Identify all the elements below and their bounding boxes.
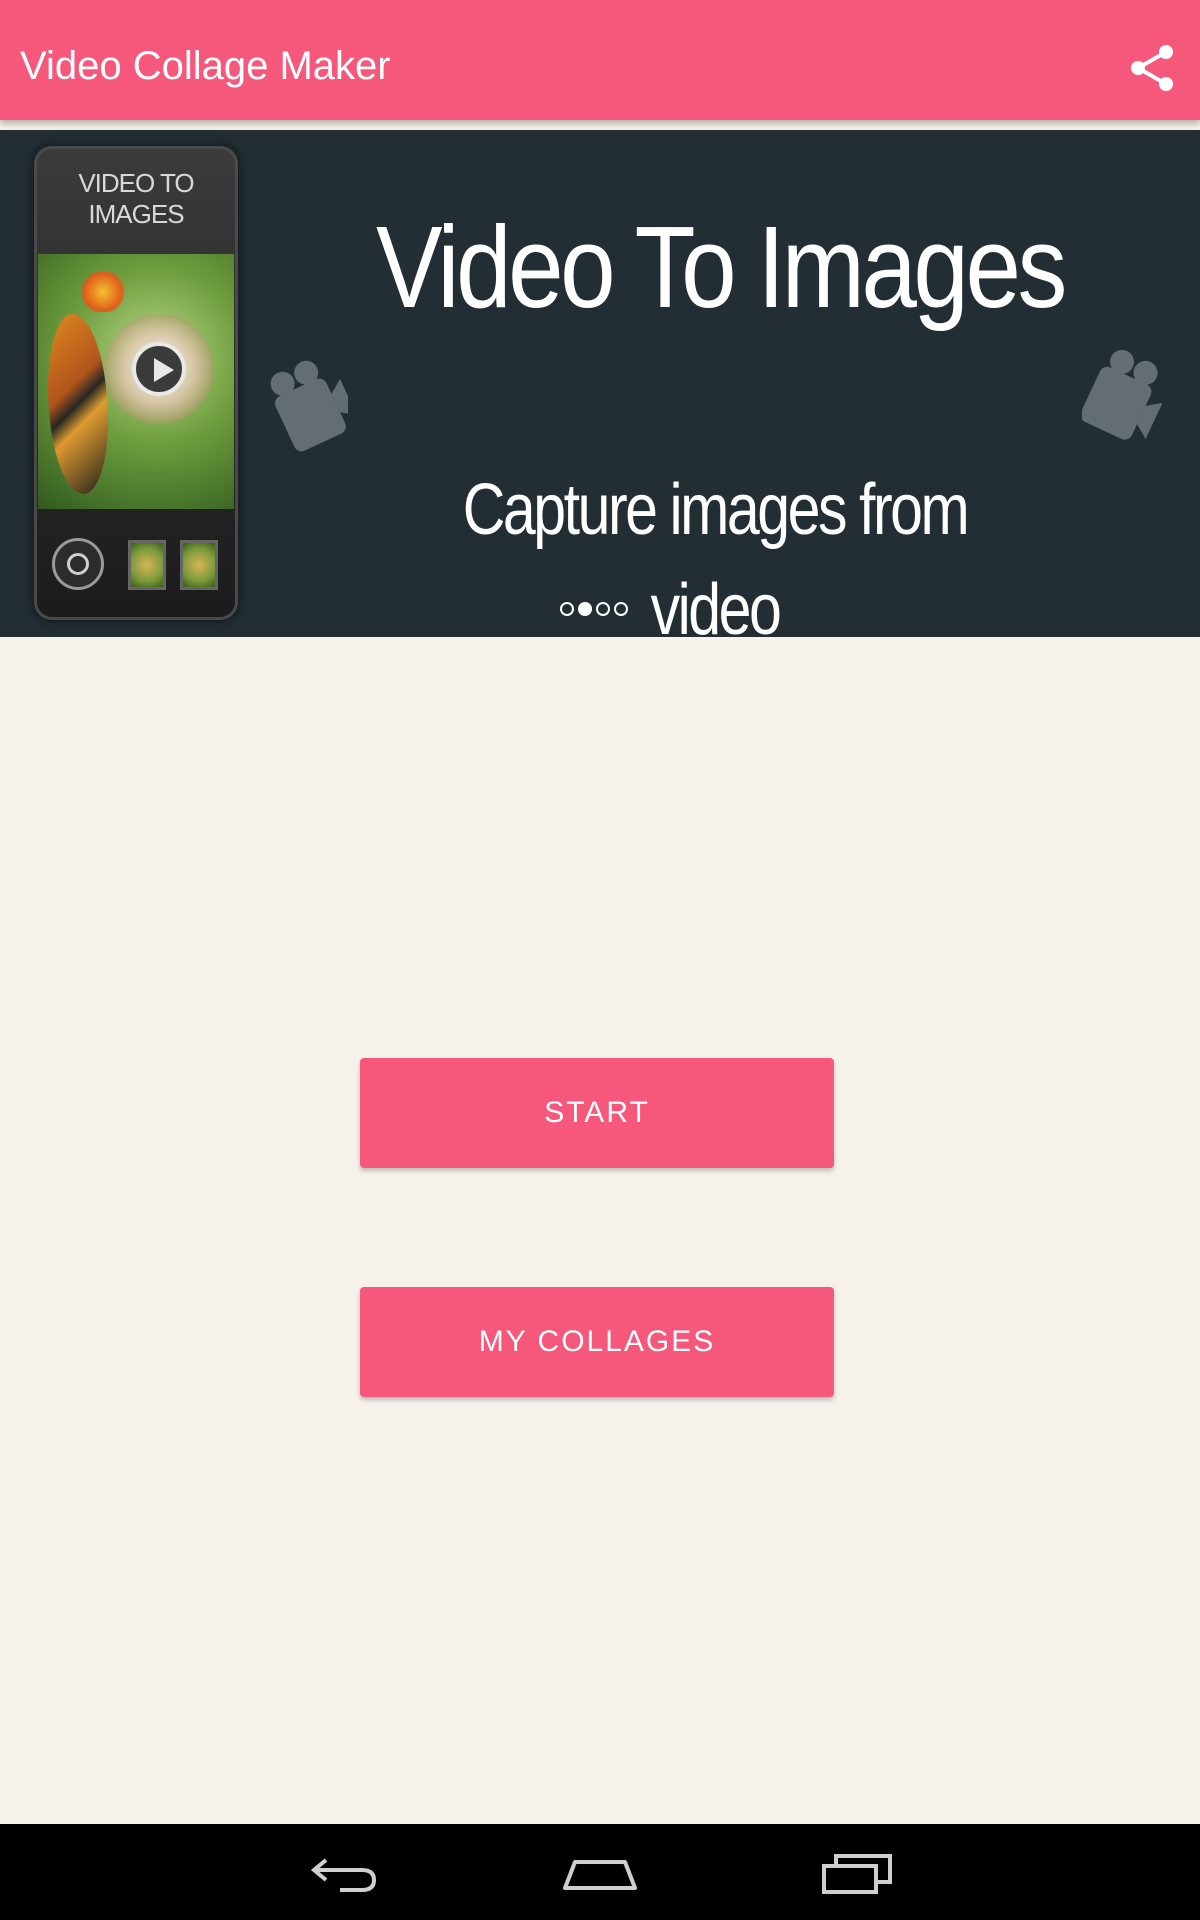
thumbnail-image bbox=[128, 540, 166, 590]
home-button[interactable] bbox=[555, 1842, 645, 1902]
back-icon bbox=[310, 1858, 377, 1892]
phone-screen-image bbox=[38, 254, 234, 509]
app-title: Video Collage Maker bbox=[20, 44, 391, 88]
app-bar: Video Collage Maker bbox=[0, 0, 1200, 120]
promo-banner[interactable]: VIDEO TO IMAGES Video To Images Capture … bbox=[0, 130, 1200, 637]
camera-decoration-icon bbox=[270, 360, 348, 452]
pager-dot-active[interactable] bbox=[578, 602, 592, 616]
share-icon bbox=[1131, 45, 1173, 91]
home-icon bbox=[563, 1860, 637, 1890]
pager-dot[interactable] bbox=[614, 602, 628, 616]
recents-button[interactable] bbox=[812, 1842, 902, 1902]
flower-image bbox=[78, 272, 128, 312]
my-collages-button[interactable]: MY COLLAGES bbox=[360, 1287, 834, 1397]
phone-tray bbox=[38, 524, 234, 604]
play-icon bbox=[132, 342, 186, 396]
banner-phone-illustration: VIDEO TO IMAGES bbox=[34, 146, 238, 620]
system-nav-bar bbox=[0, 1824, 1200, 1920]
play-disc bbox=[104, 314, 214, 424]
share-button[interactable] bbox=[1124, 40, 1180, 96]
camera-icon bbox=[52, 538, 104, 590]
start-button[interactable]: START bbox=[360, 1058, 834, 1168]
camera-decoration-icon bbox=[1082, 349, 1162, 440]
banner-subtitle: Capture images from video bbox=[462, 470, 970, 637]
pager-dot[interactable] bbox=[560, 602, 574, 616]
pager-dots bbox=[560, 602, 628, 618]
back-button[interactable] bbox=[300, 1842, 390, 1902]
banner-title: Video To Images bbox=[376, 202, 1067, 332]
thumbnail-image bbox=[180, 540, 218, 590]
pager-dot[interactable] bbox=[596, 602, 610, 616]
recents-icon bbox=[822, 1854, 892, 1894]
phone-label: VIDEO TO IMAGES bbox=[78, 168, 194, 229]
butterfly-image bbox=[48, 314, 108, 494]
